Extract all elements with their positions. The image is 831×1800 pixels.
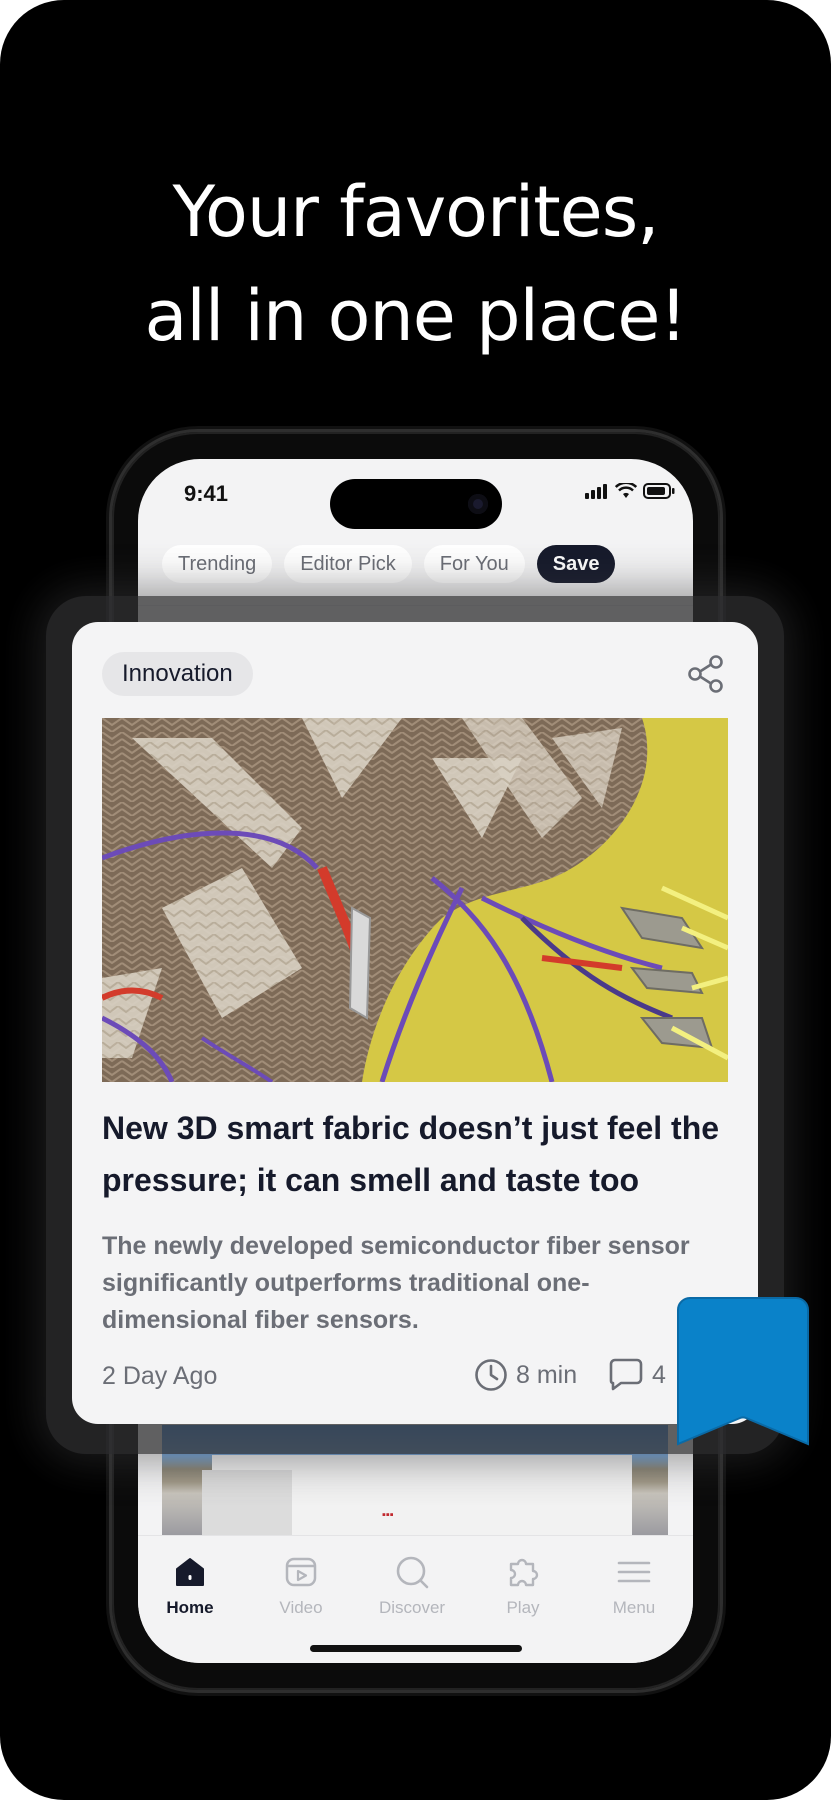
headline-line-2: all in one place!: [144, 275, 687, 357]
nav-play[interactable]: Play: [473, 1552, 573, 1618]
tab-editor-pick[interactable]: Editor Pick: [284, 545, 412, 583]
nav-play-label: Play: [506, 1598, 540, 1617]
search-icon: [396, 1556, 429, 1589]
feed-tabs: Trending Editor Pick For You Save: [162, 545, 616, 583]
article-card[interactable]: Innovation New 3D smart fabric doesn’t j…: [72, 622, 758, 1424]
tab-trending[interactable]: Trending: [162, 545, 273, 583]
nav-video[interactable]: Video: [251, 1552, 351, 1618]
truck-logo: ▪▪▪: [382, 1509, 394, 1521]
article-description: The newly developed semiconductor fiber …: [102, 1232, 690, 1334]
battery-icon: [643, 483, 675, 499]
fabric-photo: [102, 718, 728, 1082]
menu-icon: [617, 1561, 651, 1583]
status-time: 9:41: [184, 481, 229, 506]
article-age: 2 Day Ago: [102, 1362, 218, 1390]
home-icon: [176, 1558, 204, 1586]
promo-headline: Your favorites, all in one place!: [0, 160, 831, 368]
comments-value: 4: [652, 1360, 666, 1389]
comments-count[interactable]: 4: [608, 1358, 666, 1392]
status-icons: [585, 483, 675, 499]
nav-home-label: Home: [166, 1598, 214, 1617]
share-icon: [688, 655, 723, 693]
clock-icon: [475, 1359, 507, 1391]
share-button[interactable]: [686, 654, 726, 699]
promo-canvas: Your favorites, all in one place! 9:41 T…: [0, 0, 831, 1800]
truck-container-shape: [202, 1470, 292, 1535]
read-time-value: 8 min: [516, 1360, 578, 1389]
nav-discover[interactable]: Discover: [362, 1552, 462, 1618]
bottom-nav: Home Video Discover Play Menu: [138, 1535, 693, 1663]
category-chip[interactable]: Innovation: [102, 652, 253, 696]
dynamic-island: [330, 479, 502, 529]
bookmark-icon: [677, 1297, 809, 1446]
article-image[interactable]: [102, 718, 728, 1082]
headline-line-1: Your favorites,: [172, 171, 660, 253]
tab-for-you[interactable]: For You: [423, 545, 525, 583]
bookmark-button[interactable]: [676, 1296, 810, 1453]
video-icon: [285, 1557, 317, 1587]
nav-home[interactable]: Home: [140, 1552, 240, 1618]
comment-icon: [609, 1358, 643, 1391]
nav-discover-label: Discover: [378, 1598, 446, 1617]
read-time: 8 min: [474, 1358, 577, 1392]
camera-icon: [468, 494, 488, 514]
nav-video-label: Video: [279, 1598, 323, 1617]
signal-icon: [585, 484, 607, 499]
nav-menu-label: Menu: [612, 1598, 656, 1617]
puzzle-icon: [509, 1558, 539, 1587]
article-title[interactable]: New 3D smart fabric doesn’t just feel th…: [102, 1102, 732, 1206]
tab-save[interactable]: Save: [536, 545, 616, 583]
home-indicator[interactable]: [310, 1645, 522, 1652]
nav-menu[interactable]: Menu: [584, 1552, 684, 1618]
wifi-icon: [615, 483, 637, 498]
